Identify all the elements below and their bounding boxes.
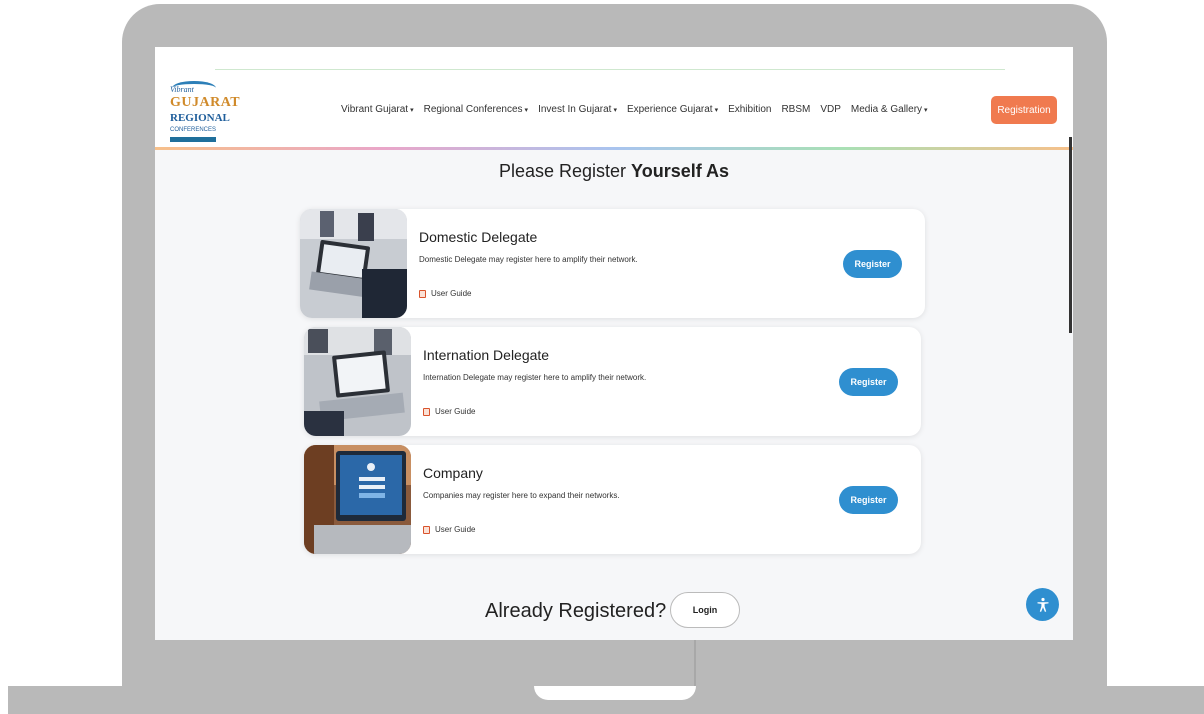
user-guide-label: User Guide (431, 289, 472, 298)
user-guide-label: User Guide (435, 407, 476, 416)
registration-button[interactable]: Registration (991, 96, 1057, 124)
login-button[interactable]: Login (670, 592, 740, 628)
accessibility-button[interactable] (1026, 588, 1059, 621)
laptop-divider (694, 640, 696, 686)
chevron-down-icon: ▾ (410, 106, 414, 114)
laptop-photo-icon (304, 445, 411, 554)
card-image (304, 327, 411, 436)
already-registered-text: Already Registered? (485, 600, 667, 622)
card-description: Domestic Delegate may register here to a… (419, 255, 638, 264)
nav-label: Exhibition (728, 104, 772, 115)
nav-label: Vibrant Gujarat (341, 104, 409, 115)
card-image (304, 445, 411, 554)
nav-exhibition[interactable]: Exhibition (728, 104, 771, 115)
chevron-down-icon: ▾ (613, 106, 617, 114)
logo-bar (170, 137, 216, 142)
nav-media-gallery[interactable]: Media & Gallery ▾ (851, 104, 928, 115)
top-strip (155, 47, 1073, 75)
nav-regional-conferences[interactable]: Regional Conferences ▾ (424, 104, 528, 115)
page-title-bold: Yourself As (631, 161, 730, 181)
page-title-prefix: Please Register (498, 161, 627, 181)
laptop-photo-icon (304, 327, 411, 436)
page-title: Please Register Yourself As (155, 161, 1073, 182)
site-header: Vibrant GUJARAT REGIONAL CONFERENCES Vib… (155, 75, 1073, 147)
laptop-notch (534, 686, 696, 700)
nav-label: Experience Gujarat (626, 104, 713, 115)
card-title: Internation Delegate (423, 347, 550, 363)
card-internation-delegate: Internation Delegate Internation Delegat… (304, 327, 921, 436)
card-title: Domestic Delegate (419, 229, 538, 245)
nav-label: RBSM (781, 104, 811, 115)
header-gradient-border (155, 147, 1073, 150)
logo-line-1: Vibrant (170, 85, 194, 94)
card-company: Company Companies may register here to e… (304, 445, 921, 554)
nav-vdp[interactable]: VDP (820, 104, 841, 115)
user-guide-label: User Guide (435, 525, 476, 534)
user-guide-link[interactable]: User Guide (419, 289, 471, 298)
document-icon (423, 407, 430, 416)
nav-invest-in-gujarat[interactable]: Invest In Gujarat ▾ (538, 104, 617, 115)
chevron-down-icon: ▾ (924, 106, 928, 114)
nav-label: Regional Conferences (423, 104, 523, 115)
logo-line-3: REGIONAL (170, 112, 230, 124)
top-line (215, 69, 1005, 70)
chevron-down-icon: ▾ (524, 106, 529, 114)
site-logo[interactable]: Vibrant GUJARAT REGIONAL CONFERENCES (168, 81, 240, 143)
main-nav: Vibrant Gujarat ▾ Regional Conferences ▾ I… (341, 104, 928, 115)
nav-label: VDP (820, 104, 841, 115)
nav-rbsm[interactable]: RBSM (781, 104, 810, 115)
card-image (300, 209, 407, 318)
browser-screen: Vibrant GUJARAT REGIONAL CONFERENCES Vib… (155, 47, 1073, 640)
nav-experience-gujarat[interactable]: Experience Gujarat ▾ (627, 104, 718, 115)
nav-vibrant-gujarat[interactable]: Vibrant Gujarat ▾ (341, 104, 414, 115)
nav-label: Media & Gallery (850, 104, 923, 115)
card-description: Internation Delegate may register here t… (423, 373, 647, 382)
logo-line-2: GUJARAT (170, 95, 241, 110)
register-button[interactable]: Register (839, 368, 898, 396)
laptop-photo-icon (300, 209, 407, 318)
card-description: Companies may register here to expand th… (423, 491, 620, 500)
nav-label: Invest In Gujarat (538, 104, 612, 115)
register-button[interactable]: Register (839, 486, 898, 514)
card-title: Company (423, 465, 483, 481)
user-guide-link[interactable]: User Guide (423, 525, 475, 534)
chevron-down-icon: ▾ (714, 106, 719, 114)
card-domestic-delegate: Domestic Delegate Domestic Delegate may … (300, 209, 925, 318)
logo-line-4: CONFERENCES (170, 127, 217, 133)
user-guide-link[interactable]: User Guide (423, 407, 475, 416)
accessibility-icon (1037, 597, 1048, 612)
document-icon (423, 525, 430, 534)
document-icon (419, 289, 426, 298)
register-button[interactable]: Register (843, 250, 902, 278)
